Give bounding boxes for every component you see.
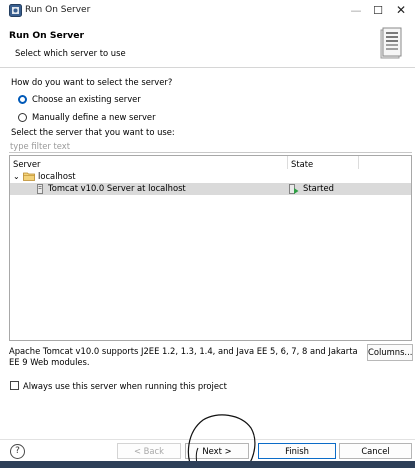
started-icon [289, 184, 299, 194]
page-title: Run On Server [9, 30, 85, 41]
server-state: Started [303, 183, 334, 193]
server-description: Apache Tomcat v10.0 supports J2EE 1.2, 1… [9, 346, 358, 367]
finish-button[interactable]: Finish [258, 443, 336, 459]
column-divider[interactable] [287, 156, 288, 169]
header-divider [0, 67, 415, 68]
column-header-server[interactable]: Server [13, 159, 40, 169]
server-app-icon [9, 4, 22, 17]
radio-selected-icon[interactable] [18, 95, 27, 104]
cancel-button[interactable]: Cancel [339, 443, 412, 459]
tree-group-label: localhost [38, 171, 76, 181]
close-button[interactable]: ✕ [390, 2, 412, 20]
folder-icon [23, 172, 35, 181]
server-table[interactable]: Server State ⌄ localhost Tomcat v10.0 Se… [9, 155, 412, 341]
filter-input[interactable] [9, 139, 412, 153]
select-server-label: Select the server that you want to use: [11, 127, 175, 137]
minimize-button[interactable]: — [345, 2, 367, 20]
page-description: Select which server to use [15, 48, 126, 58]
columns-button[interactable]: Columns... [367, 344, 413, 361]
next-button[interactable]: Next > [185, 443, 249, 459]
chevron-down-icon[interactable]: ⌄ [13, 172, 20, 181]
selection-question: How do you want to select the server? [11, 77, 173, 87]
radio-unselected-icon[interactable] [18, 113, 27, 122]
back-button[interactable]: < Back [117, 443, 181, 459]
taskbar-strip [0, 461, 415, 468]
always-use-checkbox[interactable] [10, 381, 19, 390]
radio-label: Manually define a new server [32, 112, 156, 122]
always-use-label[interactable]: Always use this server when running this… [23, 381, 227, 391]
server-icon [37, 184, 43, 194]
radio-label: Choose an existing server [32, 94, 141, 104]
column-header-state[interactable]: State [291, 159, 313, 169]
help-button[interactable]: ? [10, 444, 25, 459]
server-name: Tomcat v10.0 Server at localhost [48, 183, 186, 193]
footer-divider [0, 439, 415, 440]
table-row[interactable]: Tomcat v10.0 Server at localhost Started [10, 183, 411, 195]
window-title: Run On Server [25, 5, 91, 15]
circle-annotation [187, 414, 256, 468]
column-divider[interactable] [358, 156, 359, 169]
server-wizard-banner-icon [380, 27, 402, 59]
tree-group-localhost[interactable]: ⌄ localhost [10, 171, 411, 183]
maximize-button[interactable]: ☐ [367, 2, 389, 20]
